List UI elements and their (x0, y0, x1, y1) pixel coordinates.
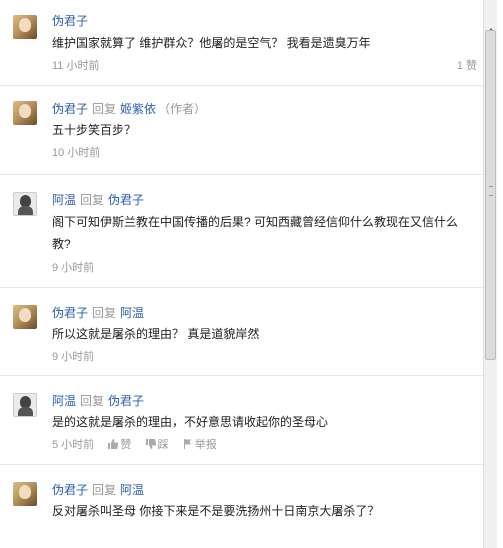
author-link[interactable]: 伪君子 (52, 102, 88, 116)
reply-label: 回复 (80, 193, 105, 207)
comment-item: 伪君子 回复 姬紫依 （作者） 五十步笑百步？ 10 小时前 (0, 86, 483, 175)
comment-list: 伪君子 维护国家就算了 维护群众？他屠的是空气？ 我看是遗臭万年 11 小时前 … (0, 0, 483, 548)
author-link[interactable]: 伪君子 (52, 483, 88, 497)
scrollbar-thumb[interactable] (485, 30, 496, 360)
reply-to-link[interactable]: 阿温 (120, 306, 144, 320)
flag-icon (183, 439, 191, 449)
comment-time: 11 小时前 (52, 60, 100, 72)
reply-label: 回复 (80, 394, 105, 408)
report-button[interactable]: 举报 (182, 439, 217, 451)
thumbs-up-icon (108, 439, 119, 449)
comment-text: 所以这就是屠杀的理由？ 真是道貌岸然 (52, 327, 260, 341)
comment-text: 阁下可知伊斯兰教在中国传播的后果? 可知西藏曾经信仰什么教现在又信什么教? (52, 215, 459, 251)
comment-actions: 5 小时前 赞 踩 举报 (52, 436, 217, 452)
reply-to-link[interactable]: 伪君子 (108, 193, 144, 207)
author-link[interactable]: 伪君子 (52, 14, 88, 28)
avatar[interactable] (13, 305, 37, 329)
comment-item: 阿温 回复 伪君子 是的这就是屠杀的理由，不好意思请收起你的圣母心 5 小时前 赞 … (0, 376, 483, 465)
comment-text: 维护国家就算了 维护群众？他屠的是空气？ 我看是遗臭万年 (52, 36, 371, 50)
reply-to-link[interactable]: 阿温 (120, 483, 144, 497)
comment-time: 5 小时前 (52, 439, 95, 451)
comment-item: 伪君子 回复 阿温 所以这就是屠杀的理由？ 真是道貌岸然 9 小时前 (0, 288, 483, 376)
comment-text: 反对屠杀叫圣母 你接下来是不是要洗扬州十日南京大屠杀了？ (52, 504, 380, 518)
comment-header: 伪君子 (52, 12, 88, 29)
like-button[interactable]: 赞 (107, 439, 134, 451)
comment-item: 阿温 回复 伪君子 阁下可知伊斯兰教在中国传播的后果? 可知西藏曾经信仰什么教现在又… (0, 175, 483, 288)
reply-label: 回复 (92, 102, 117, 116)
comment-time: 9 小时前 (52, 351, 95, 363)
like-count: 1 赞 (456, 60, 477, 72)
author-link[interactable]: 阿温 (52, 193, 76, 207)
comment-item: 伪君子 维护国家就算了 维护群众？他屠的是空气？ 我看是遗臭万年 11 小时前 … (0, 0, 483, 86)
comment-text: 五十步笑百步？ (52, 123, 137, 137)
dislike-button[interactable]: 踩 (145, 439, 172, 451)
reply-to-link[interactable]: 伪君子 (108, 394, 144, 408)
comment-header: 阿温 回复 伪君子 (52, 392, 144, 409)
avatar[interactable] (13, 482, 37, 506)
avatar[interactable] (13, 393, 37, 417)
author-link[interactable]: 阿温 (52, 394, 76, 408)
comment-header: 伪君子 回复 阿温 (52, 304, 144, 321)
avatar[interactable] (13, 101, 37, 125)
author-role-badge: （作者） (158, 102, 207, 116)
thumbs-down-icon (145, 439, 156, 449)
comment-item: 伪君子 回复 阿温 反对屠杀叫圣母 你接下来是不是要洗扬州十日南京大屠杀了？ (0, 465, 483, 548)
comment-time: 10 小时前 (52, 147, 101, 159)
comment-time: 9 小时前 (52, 262, 95, 274)
vertical-scrollbar[interactable] (483, 0, 497, 548)
comment-header: 阿温 回复 伪君子 (52, 191, 144, 208)
avatar[interactable] (13, 15, 37, 39)
comment-text: 是的这就是屠杀的理由，不好意思请收起你的圣母心 (52, 415, 329, 429)
reply-label: 回复 (92, 306, 117, 320)
comment-header: 伪君子 回复 阿温 (52, 481, 144, 498)
reply-to-link[interactable]: 姬紫依 (120, 102, 156, 116)
author-link[interactable]: 伪君子 (52, 306, 88, 320)
avatar[interactable] (13, 192, 37, 216)
comment-header: 伪君子 回复 姬紫依 （作者） (52, 100, 206, 117)
reply-label: 回复 (92, 483, 117, 497)
